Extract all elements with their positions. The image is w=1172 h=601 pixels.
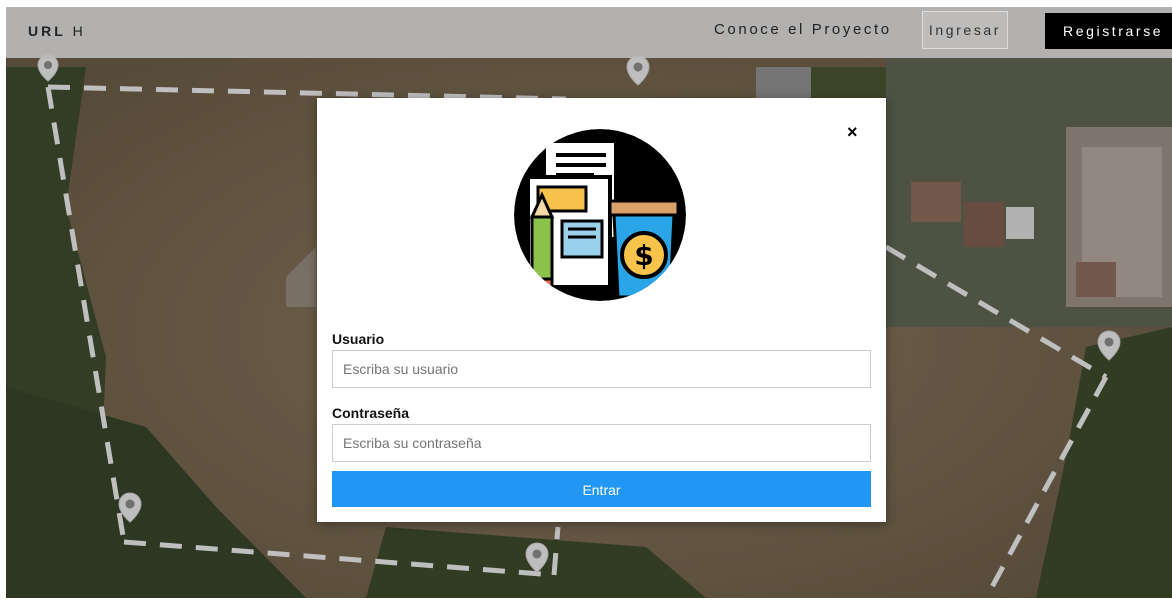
svg-text:$: $	[634, 239, 653, 272]
documents-pencil-coin-cup-icon: $	[514, 129, 686, 301]
nav-link-project[interactable]: Conoce el Proyecto	[714, 21, 892, 38]
landing-page: URL H Conoce el Proyecto Ingresar Regist…	[6, 7, 1172, 598]
close-icon[interactable]: ×	[847, 122, 858, 143]
register-button[interactable]: Registrarse	[1045, 13, 1172, 49]
top-navbar: URL H Conoce el Proyecto Ingresar Regist…	[6, 7, 1172, 58]
login-modal: × $ Usuario Escriba su usuario Contraseñ…	[317, 98, 886, 522]
username-input[interactable]	[332, 350, 871, 388]
submit-button[interactable]: Entrar	[332, 471, 871, 507]
login-button[interactable]: Ingresar	[922, 11, 1008, 49]
brand-name-bold: URL	[28, 23, 66, 39]
password-label: Contraseña	[332, 405, 410, 421]
brand-logo[interactable]: URL H	[28, 23, 86, 39]
password-input[interactable]	[332, 424, 871, 462]
username-label: Usuario	[332, 331, 385, 347]
brand-name-light: H	[72, 23, 86, 39]
